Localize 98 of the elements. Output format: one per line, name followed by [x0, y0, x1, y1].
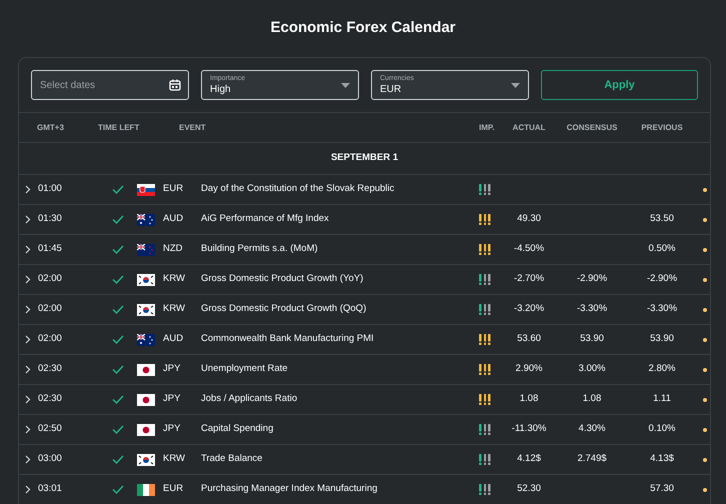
- calendar-icon: [169, 79, 181, 91]
- chevron-icon[interactable]: [25, 185, 31, 194]
- event-time: 01:45: [38, 243, 62, 254]
- currency-code: JPY: [163, 363, 180, 374]
- table-cell: 0.10%: [648, 423, 676, 434]
- chevron-icon[interactable]: [25, 395, 31, 404]
- field-value: EUR: [380, 85, 402, 95]
- currency-code: EUR: [163, 483, 184, 494]
- chevron-icon[interactable]: [25, 365, 31, 374]
- event-name: Jobs / Applicants Ratio: [201, 393, 298, 404]
- event-name: Gross Domestic Product Growth (YoY): [201, 273, 364, 284]
- page-title: Economic Forex Calendar: [270, 18, 456, 38]
- currency-code: AUD: [163, 213, 184, 224]
- table-cell: 2.90%: [516, 363, 542, 374]
- table-cell: 2.749$: [577, 453, 607, 464]
- event-time: 02:50: [38, 423, 62, 434]
- chevron-icon[interactable]: [25, 335, 31, 344]
- event-name: Commonwealth Bank Manufacturing PMI: [201, 333, 374, 344]
- currency-code: JPY: [163, 393, 180, 404]
- chevron-icon[interactable]: [25, 305, 31, 314]
- table-cell: 52.30: [517, 483, 541, 494]
- table-cell: -2.70%: [514, 273, 544, 284]
- flag-icon: [137, 274, 155, 286]
- event-name: Gross Domestic Product Growth (QoQ): [201, 303, 366, 314]
- table-cell: 53.50: [650, 213, 674, 224]
- event-time: 02:00: [38, 303, 62, 314]
- event-name: Building Permits s.a. (MoM): [201, 243, 318, 254]
- flag-icon: [137, 334, 155, 346]
- event-time: 02:00: [38, 273, 62, 284]
- table-cell: 4.30%: [578, 423, 606, 434]
- chevron-icon[interactable]: [25, 245, 31, 254]
- table-cell: 57.30: [650, 483, 674, 494]
- field-value: High: [210, 85, 232, 95]
- flag-icon: [137, 214, 155, 226]
- table-cell: -2.90%: [646, 273, 678, 284]
- column-header: ACTUAL: [512, 122, 546, 132]
- flag-icon: [137, 364, 155, 376]
- table-cell: 4.12$: [517, 453, 541, 464]
- column-header: CONSENSUS: [566, 122, 618, 132]
- event-name: Trade Balance: [201, 453, 262, 464]
- flag-icon: [137, 304, 155, 316]
- event-name: Capital Spending: [201, 423, 274, 434]
- chevron-icon[interactable]: [25, 215, 31, 224]
- table-cell: -3.20%: [514, 303, 544, 314]
- table-cell: -2.90%: [576, 273, 608, 284]
- flag-icon: [137, 184, 155, 196]
- caret-icon: [341, 82, 350, 88]
- apply-button[interactable]: Apply: [541, 70, 698, 100]
- event-time: 03:00: [38, 453, 62, 464]
- event-time: 02:30: [38, 363, 62, 374]
- table-cell: 49.30: [517, 213, 541, 224]
- event-name: AiG Performance of Mfg Index: [201, 213, 329, 224]
- chevron-icon[interactable]: [25, 485, 31, 494]
- column-header: PREVIOUS: [641, 122, 683, 132]
- table-cell: 3.00%: [578, 363, 606, 374]
- table-cell: 0.50%: [648, 243, 676, 254]
- event-name: Unemployment Rate: [201, 363, 288, 374]
- table-cell: 4.13$: [650, 453, 674, 464]
- table-cell: 1.08: [582, 393, 602, 404]
- flag-icon: [137, 394, 155, 406]
- table-cell: -4.50%: [514, 243, 544, 254]
- column-header: TIME LEFT: [98, 122, 140, 132]
- event-time: 01:30: [38, 213, 62, 224]
- table-cell: 53.90: [580, 333, 604, 344]
- table-cell: 2.80%: [648, 363, 676, 374]
- caret-icon: [511, 82, 520, 88]
- date-field[interactable]: Select dates: [31, 70, 189, 100]
- event-time: 01:00: [38, 183, 62, 194]
- table-cell: 1.08: [520, 393, 538, 404]
- currency-code: EUR: [163, 183, 184, 194]
- table-cell: 1.11: [653, 393, 671, 404]
- event-time: 03:01: [38, 483, 62, 494]
- chevron-icon[interactable]: [25, 275, 31, 284]
- currency-code: NZD: [163, 243, 183, 254]
- event-time: 02:30: [38, 393, 62, 404]
- flag-icon: [137, 244, 155, 256]
- column-header: IMP.: [479, 122, 494, 132]
- flag-icon: [137, 454, 155, 466]
- currency-code: KRW: [163, 453, 185, 464]
- currency-code: AUD: [163, 333, 184, 344]
- column-header: GMT+3: [37, 122, 64, 132]
- table-cell: -3.30%: [646, 303, 678, 314]
- chevron-icon[interactable]: [25, 455, 31, 464]
- date-heading: SEPTEMBER 1: [330, 151, 398, 166]
- table-cell: 53.60: [517, 333, 541, 344]
- event-time: 02:00: [38, 333, 62, 344]
- flag-icon: [137, 484, 155, 496]
- currency-code: KRW: [163, 273, 185, 284]
- table-cell: -11.30%: [512, 423, 546, 434]
- chevron-icon[interactable]: [25, 425, 31, 434]
- table-cell: 53.90: [650, 333, 674, 344]
- table-cell: -3.30%: [576, 303, 608, 314]
- flag-icon: [137, 424, 155, 436]
- currency-code: JPY: [163, 423, 180, 434]
- currency-code: KRW: [163, 303, 185, 314]
- event-name: Day of the Constitution of the Slovak Republic: [201, 183, 394, 194]
- column-header: EVENT: [179, 122, 206, 132]
- event-name: Purchasing Manager Index Manufacturing: [201, 483, 378, 494]
